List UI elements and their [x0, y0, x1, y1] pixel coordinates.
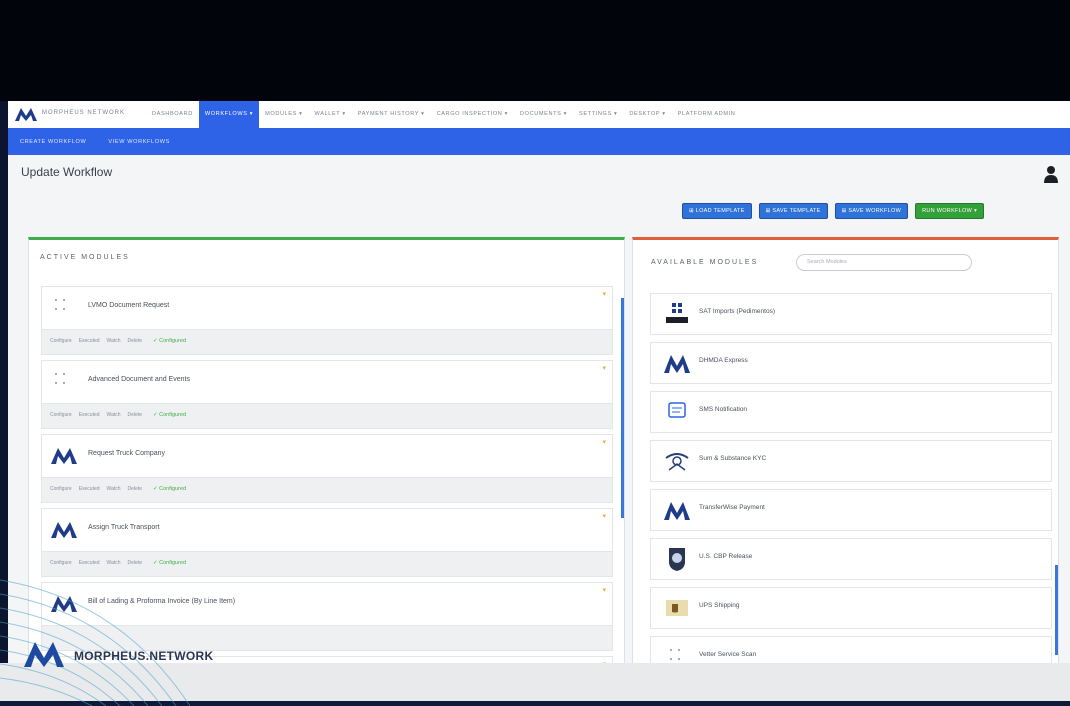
module-name: Sum & Substance KYC — [699, 455, 767, 462]
module-header: Advanced Document and Events ▾ — [42, 361, 612, 403]
subnav-create-workflow[interactable]: Create Workflow — [20, 139, 86, 145]
load-template-button[interactable]: ⊞ Load Template — [682, 203, 752, 219]
module-header: Assign Truck Transport ▾ — [42, 509, 612, 551]
available-module-item[interactable]: Vetter Service Scan — [650, 636, 1052, 663]
module-status-dot: ▾ — [602, 587, 606, 594]
scrollbar[interactable] — [621, 298, 624, 518]
module-header: Request Truck Company ▾ — [42, 435, 612, 477]
sms-icon — [668, 402, 686, 418]
active-modules-title: Active Modules — [40, 254, 130, 261]
available-module-item[interactable]: UPS Shipping — [650, 587, 1052, 629]
available-module-item[interactable]: SMS Notification — [650, 391, 1052, 433]
user-icon[interactable] — [1044, 165, 1058, 183]
module-footer: Configure Executed Watch Delete ✓ Config… — [42, 403, 612, 428]
module-tab-delete[interactable]: Delete — [128, 412, 142, 418]
module-name: UPS Shipping — [699, 602, 740, 609]
module-status-dot: ▾ — [602, 365, 606, 372]
ups-logo-icon — [666, 600, 688, 616]
module-status-dot: ▾ — [602, 291, 606, 298]
module-tab-executed[interactable]: Executed — [79, 486, 100, 492]
nav-item-settings[interactable]: Settings ▾ — [573, 101, 623, 128]
module-header: LVMO Document Request ▾ — [42, 287, 612, 329]
available-modules-panel: Available Modules Search Modules SAT Imp… — [632, 237, 1059, 663]
module-tab-configure[interactable]: Configure — [50, 486, 72, 492]
active-module-card[interactable]: Request Truck Company ▾ Configure Execut… — [41, 434, 613, 503]
module-tab-watch[interactable]: Watch — [107, 338, 121, 344]
sumsub-logo-icon — [665, 453, 689, 471]
module-name: DHMDA Express — [699, 357, 748, 364]
module-tab-watch[interactable]: Watch — [107, 412, 121, 418]
nav-item-workflows[interactable]: Workflows ▾ — [198, 101, 260, 128]
module-name: Assign Truck Transport — [88, 524, 160, 531]
morpheus-logo-icon[interactable] — [14, 106, 38, 122]
save-template-button[interactable]: ⊞ Save Template — [758, 203, 828, 219]
module-name: TransferWise Payment — [699, 504, 765, 511]
drag-handle-icon[interactable] — [54, 371, 68, 387]
nav-item-payment-history[interactable]: Payment History ▾ — [352, 101, 431, 128]
drag-handle-icon — [669, 647, 683, 663]
page-title: Update Workflow — [21, 165, 113, 179]
nav-item-platform-admin[interactable]: Platform Admin — [672, 101, 742, 128]
available-module-item[interactable]: Sum & Substance KYC — [650, 440, 1052, 482]
save-workflow-button[interactable]: ⊞ Save Workflow — [834, 203, 909, 219]
run-workflow-button[interactable]: Run Workflow ▾ — [915, 203, 985, 219]
module-status-dot: ▾ — [602, 513, 606, 520]
available-module-item[interactable]: U.S. CBP Release — [650, 538, 1052, 580]
configured-badge: ✓ Configured — [152, 338, 187, 344]
module-tab-watch[interactable]: Watch — [107, 486, 121, 492]
module-name: LVMO Document Request — [88, 302, 170, 309]
module-footer: Configure Executed Watch Delete ✓ Config… — [42, 477, 612, 502]
module-tab-delete[interactable]: Delete — [128, 338, 142, 344]
module-name: SAT Imports (Pedimentos) — [699, 308, 775, 315]
module-tab-delete[interactable]: Delete — [128, 486, 142, 492]
module-tab-configure[interactable]: Configure — [50, 412, 72, 418]
morpheus-logo-icon — [51, 448, 77, 464]
nav-menu: Dashboard Workflows ▾ Modules ▾ Wallet ▾… — [146, 101, 741, 128]
configured-badge: ✓ Configured — [152, 486, 187, 492]
morpheus-logo-icon — [664, 355, 690, 373]
top-navbar: Morpheus Network Dashboard Workflows ▾ M… — [8, 101, 1070, 129]
watermark-lines-icon — [0, 579, 191, 706]
morpheus-logo-icon — [664, 502, 690, 520]
cbp-seal-icon — [669, 548, 685, 571]
morpheus-logo-icon — [51, 522, 77, 538]
module-name: Request Truck Company — [88, 450, 166, 457]
available-modules-title: Available Modules — [651, 259, 759, 266]
module-search-input[interactable]: Search Modules — [796, 254, 972, 271]
video-letterbox-top — [0, 0, 1070, 101]
module-tab-executed[interactable]: Executed — [79, 338, 100, 344]
brand-name[interactable]: Morpheus Network — [42, 110, 125, 116]
nav-item-dashboard[interactable]: Dashboard — [146, 101, 199, 128]
active-module-card[interactable]: LVMO Document Request ▾ Configure Execut… — [41, 286, 613, 355]
available-module-item[interactable]: TransferWise Payment — [650, 489, 1052, 531]
nav-item-documents[interactable]: Documents ▾ — [514, 101, 573, 128]
drag-handle-icon[interactable] — [54, 297, 68, 313]
sat-logo-icon — [666, 303, 688, 323]
nav-item-cargo-inspection[interactable]: Cargo Inspection ▾ — [431, 101, 514, 128]
available-module-item[interactable]: SAT Imports (Pedimentos) — [650, 293, 1052, 335]
module-status-dot: ▾ — [602, 439, 606, 446]
module-tab-executed[interactable]: Executed — [79, 412, 100, 418]
sub-navbar: Create Workflow View Workflows — [8, 128, 1070, 155]
configured-badge: ✓ Configured — [152, 412, 187, 418]
active-module-card[interactable]: Advanced Document and Events ▾ Configure… — [41, 360, 613, 429]
scrollbar[interactable] — [1055, 565, 1058, 655]
workflow-actions: ⊞ Load Template ⊞ Save Template ⊞ Save W… — [682, 203, 985, 219]
watermark-text: MORPHEUS.NETWORK — [74, 649, 214, 663]
module-name: Vetter Service Scan — [699, 651, 757, 658]
module-name: Advanced Document and Events — [88, 376, 190, 383]
nav-item-modules[interactable]: Modules ▾ — [259, 101, 308, 128]
module-footer: Configure Executed Watch Delete ✓ Config… — [42, 329, 612, 354]
module-name: SMS Notification — [699, 406, 748, 413]
module-name: U.S. CBP Release — [699, 553, 753, 560]
subnav-view-workflows[interactable]: View Workflows — [108, 139, 170, 145]
module-tab-configure[interactable]: Configure — [50, 338, 72, 344]
nav-item-desktop[interactable]: Desktop ▾ — [623, 101, 671, 128]
available-module-item[interactable]: DHMDA Express — [650, 342, 1052, 384]
nav-item-wallet[interactable]: Wallet ▾ — [309, 101, 352, 128]
